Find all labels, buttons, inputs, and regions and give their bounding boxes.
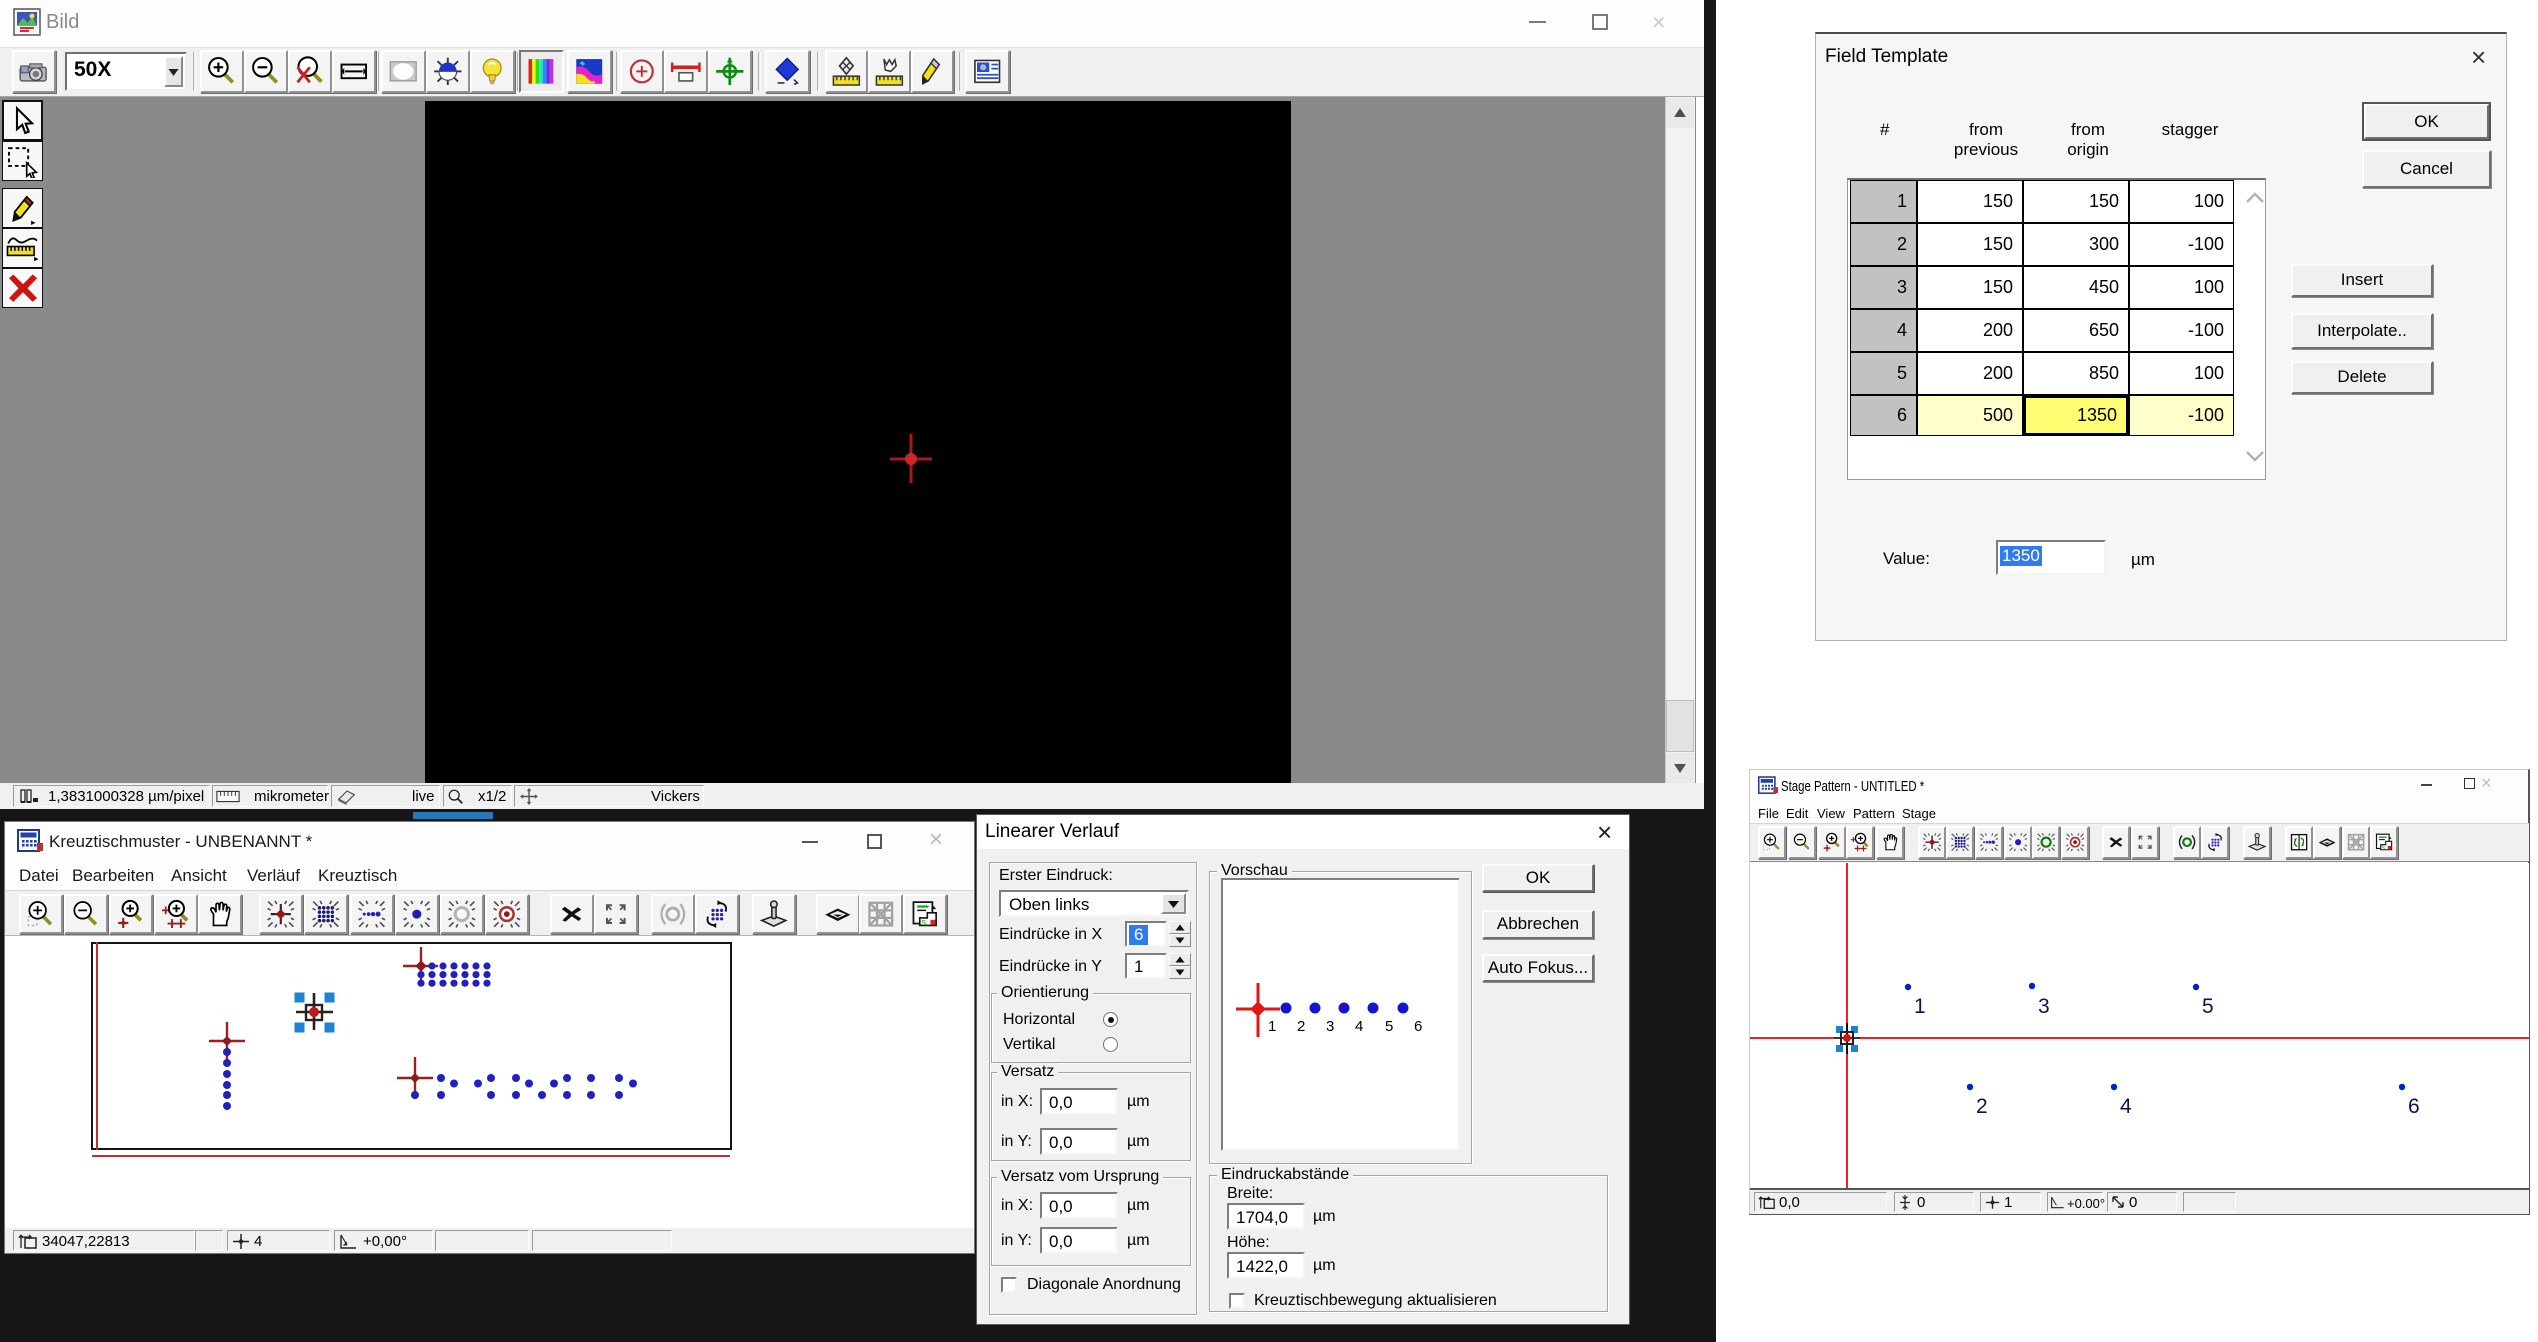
svg-text:2: 2 — [1297, 1018, 1305, 1035]
svg-text:6: 6 — [2408, 1095, 2420, 1118]
svg-text:4: 4 — [2120, 1095, 2132, 1118]
svg-text:5: 5 — [1385, 1018, 1393, 1035]
svg-text:2: 2 — [1976, 1095, 1988, 1118]
svg-text:3: 3 — [2038, 995, 2050, 1018]
svg-text:6: 6 — [1414, 1018, 1422, 1035]
svg-text:3: 3 — [1326, 1018, 1334, 1035]
svg-text:5: 5 — [2202, 995, 2214, 1018]
svg-text:1: 1 — [1268, 1018, 1276, 1035]
svg-text:4: 4 — [1355, 1018, 1363, 1035]
svg-text:1: 1 — [1914, 995, 1926, 1018]
